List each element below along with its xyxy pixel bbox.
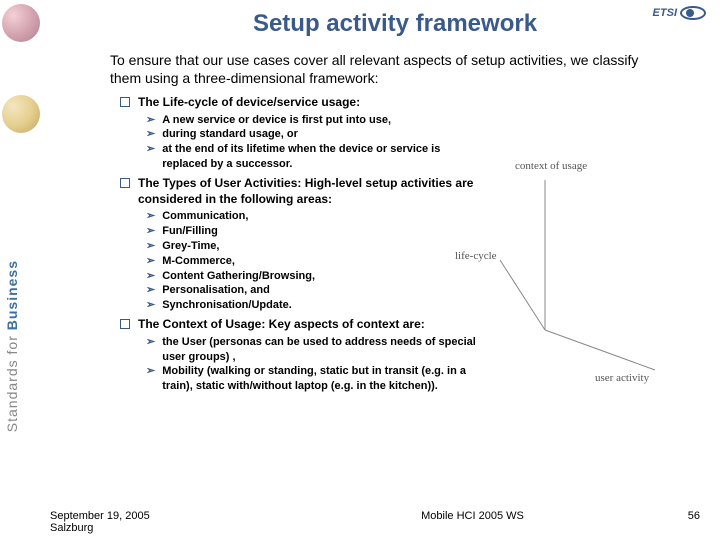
arrow-bullet-icon: ➢: [146, 364, 155, 394]
axis-label-context: context of usage: [515, 160, 587, 172]
sub-item: ➢Grey-Time,: [146, 239, 480, 254]
slide-content: Setup activity framework To ensure that …: [50, 10, 710, 530]
arrow-bullet-icon: ➢: [146, 127, 155, 142]
arrow-bullet-icon: ➢: [146, 209, 155, 224]
sidebar-vertical-text: Standards for Business: [4, 260, 20, 432]
slide-title: Setup activity framework: [80, 10, 710, 38]
square-bullet-icon: [120, 178, 130, 188]
bullet-user-activities: The Types of User Activities: High-level…: [120, 176, 480, 207]
sub-item: ➢Content Gathering/Browsing,: [146, 269, 480, 284]
globe-icon-yellow: [2, 95, 40, 133]
arrow-bullet-icon: ➢: [146, 283, 155, 298]
sub-item: ➢Personalisation, and: [146, 283, 480, 298]
arrow-bullet-icon: ➢: [146, 224, 155, 239]
axes-svg-icon: [495, 160, 680, 390]
square-bullet-icon: [120, 319, 130, 329]
sub-item: ➢Synchronisation/Update.: [146, 298, 480, 313]
arrow-bullet-icon: ➢: [146, 335, 155, 365]
arrow-bullet-icon: ➢: [146, 113, 155, 128]
sidebar: Standards for Business: [0, 0, 42, 540]
footer: September 19, 2005 Salzburg Mobile HCI 2…: [50, 510, 700, 534]
intro-text: To ensure that our use cases cover all r…: [110, 52, 670, 87]
arrow-bullet-icon: ➢: [146, 254, 155, 269]
arrow-bullet-icon: ➢: [146, 142, 155, 172]
arrow-bullet-icon: ➢: [146, 269, 155, 284]
sub-item: ➢at the end of its lifetime when the dev…: [146, 142, 480, 172]
axis-label-activity: user activity: [595, 372, 649, 384]
sub-item: ➢Mobility (walking or standing, static b…: [146, 364, 480, 394]
page-number: 56: [570, 510, 700, 534]
arrow-bullet-icon: ➢: [146, 239, 155, 254]
arrow-bullet-icon: ➢: [146, 298, 155, 313]
axes-diagram: context of usage life-cycle user activit…: [495, 160, 680, 390]
sub-item: ➢A new service or device is first put in…: [146, 113, 480, 128]
footer-center: Mobile HCI 2005 WS: [375, 510, 570, 534]
square-bullet-icon: [120, 97, 130, 107]
bullet-content: The Life-cycle of device/service usage: …: [120, 95, 480, 394]
sub-item: ➢the User (personas can be used to addre…: [146, 335, 480, 365]
axis-label-lifecycle: life-cycle: [455, 250, 497, 262]
sub-item: ➢Communication,: [146, 209, 480, 224]
sub-item: ➢during standard usage, or: [146, 127, 480, 142]
sub-item: ➢Fun/Filling: [146, 224, 480, 239]
bullet-lifecycle: The Life-cycle of device/service usage:: [120, 95, 480, 111]
sub-item: ➢M-Commerce,: [146, 254, 480, 269]
bullet-context: The Context of Usage: Key aspects of con…: [120, 317, 480, 333]
footer-date-location: September 19, 2005 Salzburg: [50, 510, 375, 534]
globe-icon-pink: [2, 4, 40, 42]
